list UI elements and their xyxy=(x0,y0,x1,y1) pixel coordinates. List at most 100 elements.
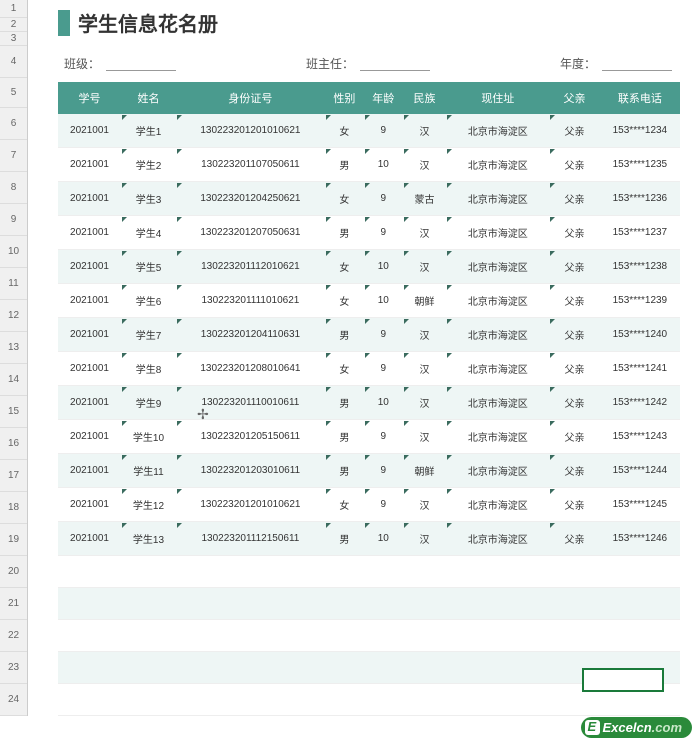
cell-ethnic[interactable]: 汉 xyxy=(403,216,447,250)
cell-father[interactable]: 父亲 xyxy=(549,182,599,216)
cell-id[interactable]: 2021001 xyxy=(58,284,121,318)
empty-cell[interactable] xyxy=(58,556,121,588)
row-number[interactable]: 21 xyxy=(0,588,27,620)
table-row[interactable]: 2021001学生3130223201204250621女9蒙古北京市海淀区父亲… xyxy=(58,182,680,216)
row-number[interactable]: 1 xyxy=(0,0,27,18)
empty-cell[interactable] xyxy=(364,588,403,620)
row-number[interactable]: 16 xyxy=(0,428,27,460)
cell-ethnic[interactable]: 汉 xyxy=(403,522,447,556)
cell-name[interactable]: 学生5 xyxy=(121,250,176,284)
empty-cell[interactable] xyxy=(58,620,121,652)
row-number[interactable]: 15 xyxy=(0,396,27,428)
cell-name[interactable]: 学生6 xyxy=(121,284,176,318)
cell-father[interactable]: 父亲 xyxy=(549,522,599,556)
cell-id[interactable]: 2021001 xyxy=(58,216,121,250)
cell-phone[interactable]: 153****1241 xyxy=(600,352,680,386)
cell-ethnic[interactable]: 汉 xyxy=(403,488,447,522)
cell-addr[interactable]: 北京市海淀区 xyxy=(446,318,549,352)
empty-cell[interactable] xyxy=(58,652,121,684)
cell-name[interactable]: 学生13 xyxy=(121,522,176,556)
cell-ethnic[interactable]: 汉 xyxy=(403,148,447,182)
empty-cell[interactable] xyxy=(176,556,325,588)
cell-sex[interactable]: 男 xyxy=(325,454,364,488)
empty-cell[interactable] xyxy=(549,556,599,588)
cell-age[interactable]: 10 xyxy=(364,250,403,284)
column-header[interactable]: 联系电话 xyxy=(600,82,680,114)
empty-cell[interactable] xyxy=(176,652,325,684)
cell-sex[interactable]: 女 xyxy=(325,352,364,386)
cell-sex[interactable]: 女 xyxy=(325,284,364,318)
column-header[interactable]: 性别 xyxy=(325,82,364,114)
cell-phone[interactable]: 153****1236 xyxy=(600,182,680,216)
teacher-input-line[interactable] xyxy=(360,57,430,71)
cell-id[interactable]: 2021001 xyxy=(58,114,121,148)
cell-id[interactable]: 2021001 xyxy=(58,352,121,386)
empty-cell[interactable] xyxy=(176,620,325,652)
cell-age[interactable]: 9 xyxy=(364,488,403,522)
table-row[interactable]: 2021001学生7130223201204110631男9汉北京市海淀区父亲1… xyxy=(58,318,680,352)
empty-cell[interactable] xyxy=(446,588,549,620)
table-row[interactable]: 2021001学生8130223201208010641女9汉北京市海淀区父亲1… xyxy=(58,352,680,386)
cell-name[interactable]: 学生9 xyxy=(121,386,176,420)
cell-father[interactable]: 父亲 xyxy=(549,114,599,148)
cell-ethnic[interactable]: 汉 xyxy=(403,420,447,454)
table-row[interactable]: 2021001学生6130223201111010621女10朝鲜北京市海淀区父… xyxy=(58,284,680,318)
cell-sex[interactable]: 女 xyxy=(325,250,364,284)
cell-father[interactable]: 父亲 xyxy=(549,216,599,250)
empty-cell[interactable] xyxy=(403,620,447,652)
column-header[interactable]: 父亲 xyxy=(549,82,599,114)
cell-phone[interactable]: 153****1237 xyxy=(600,216,680,250)
cell-id[interactable]: 2021001 xyxy=(58,250,121,284)
table-row[interactable]: 2021001学生10130223201205150611男9汉北京市海淀区父亲… xyxy=(58,420,680,454)
empty-cell[interactable] xyxy=(121,684,176,716)
row-number[interactable]: 7 xyxy=(0,140,27,172)
cell-name[interactable]: 学生12 xyxy=(121,488,176,522)
row-number[interactable]: 18 xyxy=(0,492,27,524)
row-number[interactable]: 20 xyxy=(0,556,27,588)
empty-cell[interactable] xyxy=(325,652,364,684)
table-row[interactable]: 2021001学生12130223201201010621女9汉北京市海淀区父亲… xyxy=(58,488,680,522)
column-header[interactable]: 身份证号 xyxy=(176,82,325,114)
cell-idcard[interactable]: 130223201110010611 xyxy=(176,386,325,420)
cell-name[interactable]: 学生2 xyxy=(121,148,176,182)
row-number[interactable]: 2 xyxy=(0,18,27,32)
cell-father[interactable]: 父亲 xyxy=(549,454,599,488)
empty-cell[interactable] xyxy=(364,620,403,652)
cell-sex[interactable]: 女 xyxy=(325,114,364,148)
cell-ethnic[interactable]: 汉 xyxy=(403,250,447,284)
table-row[interactable]: 2021001学生2130223201107050611男10汉北京市海淀区父亲… xyxy=(58,148,680,182)
cell-name[interactable]: 学生4 xyxy=(121,216,176,250)
cell-idcard[interactable]: 130223201205150611 xyxy=(176,420,325,454)
row-number[interactable]: 6 xyxy=(0,108,27,140)
cell-name[interactable]: 学生3 xyxy=(121,182,176,216)
row-number[interactable]: 12 xyxy=(0,300,27,332)
cell-idcard[interactable]: 130223201112010621 xyxy=(176,250,325,284)
cell-id[interactable]: 2021001 xyxy=(58,318,121,352)
cell-idcard[interactable]: 130223201204110631 xyxy=(176,318,325,352)
column-header[interactable]: 现住址 xyxy=(446,82,549,114)
empty-cell[interactable] xyxy=(600,556,680,588)
empty-cell[interactable] xyxy=(446,620,549,652)
cell-name[interactable]: 学生11 xyxy=(121,454,176,488)
cell-name[interactable]: 学生10 xyxy=(121,420,176,454)
empty-cell[interactable] xyxy=(58,588,121,620)
cell-sex[interactable]: 女 xyxy=(325,182,364,216)
cell-ethnic[interactable]: 汉 xyxy=(403,114,447,148)
column-header[interactable]: 民族 xyxy=(403,82,447,114)
empty-row[interactable] xyxy=(58,588,680,620)
column-header[interactable]: 姓名 xyxy=(121,82,176,114)
cell-father[interactable]: 父亲 xyxy=(549,386,599,420)
cell-phone[interactable]: 153****1238 xyxy=(600,250,680,284)
empty-cell[interactable] xyxy=(446,652,549,684)
table-row[interactable]: 2021001学生4130223201207050631男9汉北京市海淀区父亲1… xyxy=(58,216,680,250)
year-input-line[interactable] xyxy=(602,57,672,71)
cell-father[interactable]: 父亲 xyxy=(549,352,599,386)
cell-age[interactable]: 9 xyxy=(364,216,403,250)
cell-id[interactable]: 2021001 xyxy=(58,148,121,182)
cell-phone[interactable]: 153****1240 xyxy=(600,318,680,352)
row-number[interactable]: 14 xyxy=(0,364,27,396)
cell-id[interactable]: 2021001 xyxy=(58,454,121,488)
cell-age[interactable]: 10 xyxy=(364,148,403,182)
cell-ethnic[interactable]: 朝鲜 xyxy=(403,284,447,318)
cell-phone[interactable]: 153****1243 xyxy=(600,420,680,454)
